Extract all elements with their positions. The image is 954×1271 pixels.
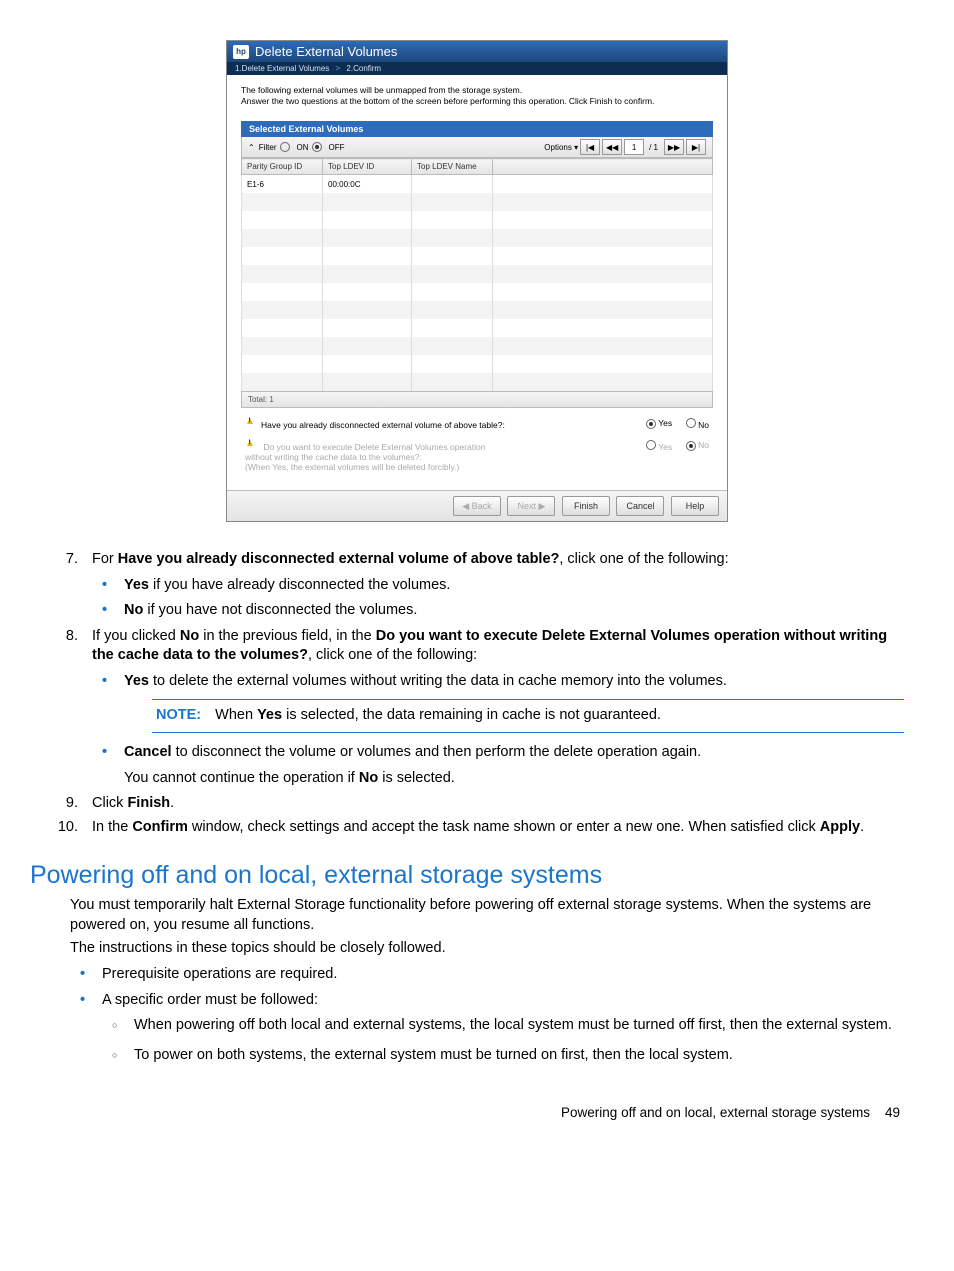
- selected-volumes-header: Selected External Volumes: [241, 121, 713, 137]
- table-row: [242, 211, 713, 229]
- table-row: [242, 319, 713, 337]
- list-item: In the Confirm window, check settings an…: [82, 818, 904, 838]
- page-last-button[interactable]: ▶|: [686, 139, 706, 155]
- footer-text: Powering off and on local, external stor…: [561, 1105, 870, 1120]
- filter-off-radio[interactable]: [312, 142, 322, 152]
- table-row: [242, 355, 713, 373]
- breadcrumb: 1.Delete External Volumes > 2.Confirm: [227, 62, 727, 75]
- warning-icon: [245, 418, 257, 428]
- list-item: Yes if you have already disconnected the…: [120, 576, 904, 596]
- table-row: [242, 193, 713, 211]
- note-box: NOTE: When Yes is selected, the data rem…: [152, 699, 904, 733]
- q2-yes-radio: [646, 440, 656, 450]
- list-item: Cancel to disconnect the volume or volum…: [120, 743, 904, 788]
- body-paragraph: You must temporarily halt External Stora…: [70, 896, 904, 935]
- next-button: Next ▶: [507, 496, 555, 516]
- table-row: [242, 283, 713, 301]
- breadcrumb-step-2: 2.Confirm: [346, 64, 381, 73]
- question-disconnected: Have you already disconnected external v…: [241, 418, 713, 430]
- col-top-ldev-name[interactable]: Top LDEV Name: [412, 159, 493, 175]
- list-item: Prerequisite operations are required.: [98, 965, 904, 985]
- dialog-titlebar: hp Delete External Volumes: [227, 41, 727, 62]
- section-heading: Powering off and on local, external stor…: [30, 861, 904, 890]
- back-button: ◀ Back: [453, 496, 501, 516]
- list-item: Yes to delete the external volumes witho…: [120, 672, 904, 733]
- dialog-button-bar: ◀ Back Next ▶ Finish Cancel Help: [227, 490, 727, 521]
- table-row: [242, 247, 713, 265]
- q1-yes-radio[interactable]: [646, 419, 656, 429]
- list-item: No if you have not disconnected the volu…: [120, 601, 904, 621]
- page-first-button[interactable]: |◀: [580, 139, 600, 155]
- page-number: 49: [885, 1105, 900, 1120]
- table-row[interactable]: E1-600:00:0C: [242, 175, 713, 194]
- filter-label: Filter: [259, 143, 277, 152]
- body-paragraph: The instructions in these topics should …: [70, 939, 904, 959]
- col-top-ldev-id[interactable]: Top LDEV ID: [323, 159, 412, 175]
- question-force-delete: Do you want to execute Delete External V…: [241, 440, 713, 472]
- finish-button[interactable]: Finish: [562, 496, 610, 516]
- page-number-input[interactable]: 1: [624, 139, 644, 155]
- page-next-button[interactable]: ▶▶: [664, 139, 684, 155]
- col-parity-group-id[interactable]: Parity Group ID: [242, 159, 323, 175]
- volumes-table: Parity Group ID Top LDEV ID Top LDEV Nam…: [241, 158, 713, 391]
- table-total-label: Total: 1: [241, 391, 713, 408]
- list-item: A specific order must be followed: When …: [98, 991, 904, 1066]
- filter-on-label: ON: [296, 143, 308, 152]
- page-prev-button[interactable]: ◀◀: [602, 139, 622, 155]
- dialog-intro-text: The following external volumes will be u…: [241, 85, 713, 107]
- table-row: [242, 229, 713, 247]
- breadcrumb-step-1: 1.Delete External Volumes: [235, 64, 329, 73]
- q2-no-radio: [686, 441, 696, 451]
- page-footer: Powering off and on local, external stor…: [50, 1105, 904, 1120]
- col-spacer: [493, 159, 713, 175]
- list-item: To power on both systems, the external s…: [130, 1046, 904, 1066]
- cancel-button[interactable]: Cancel: [616, 496, 664, 516]
- note-label: NOTE:: [156, 707, 201, 723]
- delete-external-volumes-dialog: hp Delete External Volumes 1.Delete Exte…: [226, 40, 728, 522]
- list-item: If you clicked No in the previous field,…: [82, 627, 904, 788]
- list-item: Click Finish.: [82, 794, 904, 814]
- list-item: When powering off both local and externa…: [130, 1016, 904, 1036]
- table-row: [242, 265, 713, 283]
- options-dropdown[interactable]: Options ▾: [544, 143, 578, 152]
- table-row: [242, 301, 713, 319]
- dialog-title: Delete External Volumes: [255, 44, 397, 59]
- procedure-list: For Have you already disconnected extern…: [50, 550, 904, 837]
- page-total-label: / 1: [649, 143, 658, 152]
- list-item: For Have you already disconnected extern…: [82, 550, 904, 621]
- filter-on-radio[interactable]: [280, 142, 290, 152]
- chevron-down-icon: ▾: [574, 143, 578, 152]
- collapse-icon[interactable]: ⌃: [248, 143, 255, 152]
- table-row: [242, 373, 713, 391]
- filter-off-label: OFF: [328, 143, 344, 152]
- hp-logo-icon: hp: [233, 45, 249, 59]
- table-row: [242, 337, 713, 355]
- q1-no-radio[interactable]: [686, 418, 696, 428]
- breadcrumb-separator-icon: >: [336, 64, 341, 73]
- table-toolbar: ⌃ Filter ON OFF Options ▾ |◀ ◀◀ 1 / 1 ▶▶…: [241, 137, 713, 158]
- warning-icon: [245, 440, 257, 450]
- help-button[interactable]: Help: [671, 496, 719, 516]
